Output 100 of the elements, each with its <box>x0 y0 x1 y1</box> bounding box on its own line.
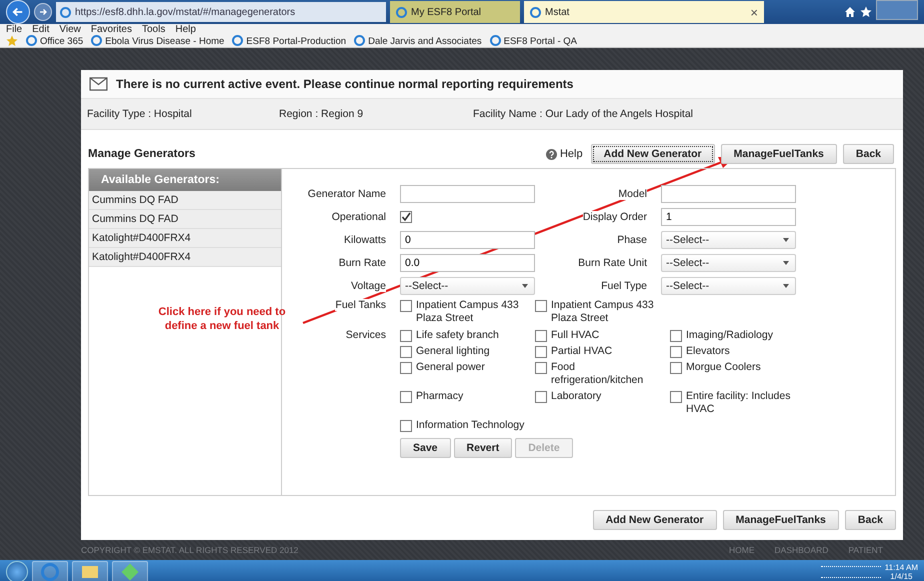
browser-tab[interactable]: My ESF8 Portal <box>390 1 520 23</box>
favorite-link[interactable]: ESF8 Portal - QA <box>490 35 578 47</box>
field-label: Generator Name <box>308 188 386 200</box>
action-button[interactable]: ManageFuelTanks <box>720 144 837 164</box>
caret-icon <box>522 284 528 288</box>
select-dropdown[interactable]: --Select-- <box>661 277 796 295</box>
forward-button[interactable] <box>34 3 52 21</box>
checkbox-label[interactable]: Morgue Coolers <box>686 361 761 374</box>
checkbox-label[interactable]: Life safety branch <box>416 329 499 342</box>
favorite-link[interactable]: Office 365 <box>26 35 84 47</box>
menu-item[interactable]: Edit <box>32 24 50 35</box>
form-button[interactable]: Save <box>400 438 451 458</box>
generator-list-item[interactable]: Cummins DQ FAD <box>89 210 281 229</box>
generator-list-item[interactable]: Katolight#D400FRX4 <box>89 248 281 267</box>
checkbox[interactable] <box>535 300 547 312</box>
checkbox[interactable] <box>535 330 547 342</box>
checkbox[interactable] <box>400 420 412 432</box>
close-tab-button[interactable]: × <box>750 4 758 20</box>
field-label: Model <box>618 188 647 200</box>
menu-item[interactable]: Favorites <box>90 24 132 35</box>
menu-item[interactable]: Help <box>175 24 196 35</box>
favorite-link[interactable]: ESF8 Portal-Production <box>232 35 346 47</box>
address-text: https://esf8.dhh.la.gov/mstat/#/managegenerators <box>75 6 296 18</box>
checkbox[interactable] <box>400 346 412 358</box>
checkbox-label[interactable]: Imaging/Radiology <box>686 329 773 342</box>
field-label: Display Order <box>582 211 647 223</box>
form-button[interactable]: Revert <box>454 438 512 458</box>
clock-date[interactable]: 1/4/15 <box>890 572 913 581</box>
checkbox[interactable] <box>670 330 682 342</box>
caret-icon <box>783 284 789 288</box>
address-bar[interactable]: https://esf8.dhh.la.gov/mstat/#/managegenerators <box>56 2 386 22</box>
text-field[interactable] <box>661 185 796 203</box>
generator-list-item[interactable]: Cummins DQ FAD <box>89 191 281 210</box>
checkbox-label[interactable]: General power <box>416 361 485 374</box>
help-icon[interactable] <box>546 148 557 160</box>
checkbox[interactable] <box>400 362 412 374</box>
envelope-icon <box>89 77 108 91</box>
page-icon <box>396 6 407 18</box>
checkbox-label[interactable]: Pharmacy <box>416 390 464 403</box>
checkbox[interactable] <box>670 346 682 358</box>
select-dropdown[interactable]: --Select-- <box>400 277 535 295</box>
checkbox[interactable] <box>400 391 412 403</box>
checkbox[interactable] <box>670 391 682 403</box>
field-label: Fuel Tanks <box>335 299 386 311</box>
text-field[interactable]: 1 <box>661 208 796 226</box>
checkbox-label[interactable]: Food refrigeration/kitchen <box>551 361 670 387</box>
menu-item[interactable]: Tools <box>142 24 166 35</box>
checkbox-label[interactable]: Laboratory <box>551 390 602 403</box>
home-icon[interactable] <box>844 6 856 18</box>
folder-taskbar-icon[interactable] <box>72 561 108 581</box>
checkbox[interactable] <box>400 300 412 312</box>
checkbox-label[interactable]: Inpatient Campus 433 Plaza Street <box>416 299 535 325</box>
text-field[interactable]: 0.0 <box>400 254 535 272</box>
back-button[interactable] <box>6 0 30 24</box>
page-icon <box>530 6 541 18</box>
select-dropdown[interactable]: --Select-- <box>661 231 796 249</box>
action-button[interactable]: Back <box>844 510 896 530</box>
page-title: Manage Generators <box>88 148 196 160</box>
facility-info: Facility Name : Our Lady of the Angels Hospital <box>473 108 694 120</box>
checkbox[interactable] <box>535 362 547 374</box>
checkbox[interactable] <box>670 362 682 374</box>
checkbox-label[interactable]: Information Technology <box>416 419 524 432</box>
favorite-link[interactable]: Ebola Virus Disease - Home <box>91 35 224 47</box>
field-label: Operational <box>332 211 386 223</box>
checkbox-label[interactable]: Partial HVAC <box>551 345 612 358</box>
text-field[interactable] <box>400 185 535 203</box>
action-button[interactable]: Add New Generator <box>590 144 715 164</box>
favorites-star-icon[interactable] <box>6 35 18 47</box>
checkbox-label[interactable]: Elevators <box>686 345 730 358</box>
checkbox-label[interactable]: Full HVAC <box>551 329 600 342</box>
field-label: Burn Rate <box>338 257 386 269</box>
checkbox[interactable] <box>400 330 412 342</box>
clock-time[interactable]: 11:14 AM <box>884 563 918 572</box>
facility-info: Facility Type : Hospital <box>87 108 193 120</box>
field-label: Voltage <box>350 280 386 292</box>
browser-tab[interactable]: Mstat × <box>524 1 764 23</box>
forward-arrow-icon <box>38 7 48 17</box>
generator-list-item[interactable]: Katolight#D400FRX4 <box>89 229 281 248</box>
checkbox[interactable] <box>535 346 547 358</box>
field-label: Fuel Type <box>601 280 647 292</box>
checkbox-label[interactable]: Entire facility: Includes HVAC <box>686 390 805 416</box>
action-button[interactable]: Add New Generator <box>592 510 717 530</box>
text-field[interactable]: 0 <box>400 231 535 249</box>
checkbox-label[interactable]: Inpatient Campus 433 Plaza Street <box>551 299 670 325</box>
favorite-link[interactable]: Dale Jarvis and Associates <box>354 35 482 47</box>
menu-item[interactable]: View <box>59 24 81 35</box>
checkbox[interactable] <box>400 210 412 222</box>
caret-icon <box>783 238 789 242</box>
checkbox[interactable] <box>535 391 547 403</box>
select-dropdown[interactable]: --Select-- <box>661 254 796 272</box>
help-link[interactable]: Help <box>560 148 583 160</box>
field-label: Phase <box>617 234 647 246</box>
star-icon[interactable] <box>860 6 872 18</box>
action-button[interactable]: ManageFuelTanks <box>722 510 839 530</box>
back-arrow-icon <box>11 5 25 19</box>
action-button[interactable]: Back <box>842 144 894 164</box>
checkbox-label[interactable]: General lighting <box>416 345 490 358</box>
start-button[interactable] <box>6 561 28 581</box>
menu-item[interactable]: File <box>6 24 22 35</box>
list-heading: Available Generators: <box>89 169 281 191</box>
